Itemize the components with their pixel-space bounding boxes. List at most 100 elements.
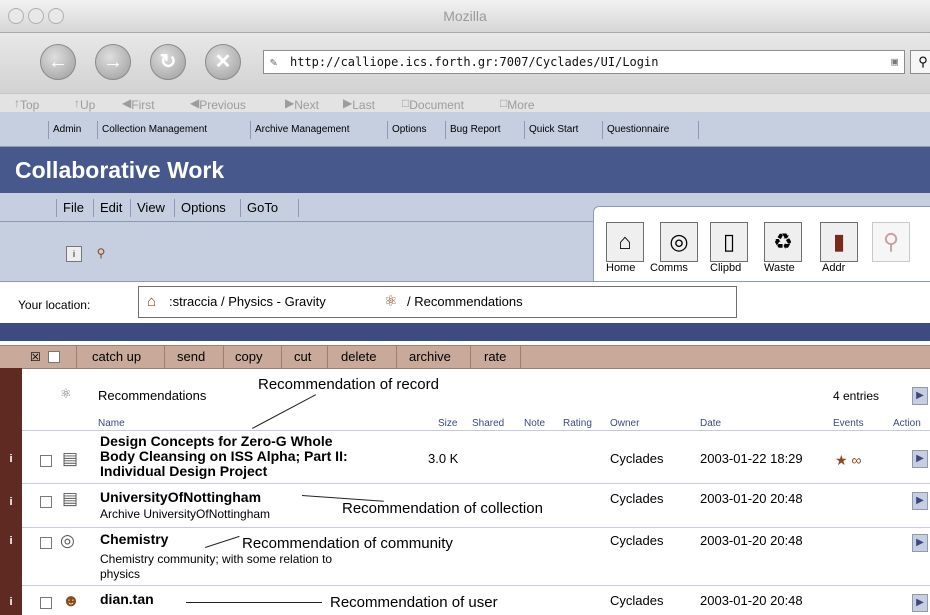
row-checkbox[interactable] — [40, 537, 52, 549]
column-rating[interactable]: Rating — [563, 418, 592, 429]
nav-top[interactable]: ↑ Top — [14, 96, 39, 112]
forward-button[interactable]: → — [95, 44, 131, 80]
delete-button[interactable]: delete — [341, 349, 376, 365]
annotation-community: Recommendation of community — [242, 535, 453, 552]
row-info-icon[interactable]: i — [4, 453, 18, 465]
menu-edit[interactable]: Edit — [93, 199, 122, 217]
select-all-checkbox[interactable] — [48, 351, 60, 363]
menu-bug-report[interactable]: Bug Report — [445, 121, 505, 139]
next-page-button[interactable]: ▶ — [912, 387, 928, 405]
collection-owner: Cyclades — [610, 491, 664, 506]
catch-up-button[interactable]: catch up — [92, 349, 141, 365]
search-icon[interactable]: ⚲ — [910, 50, 930, 74]
row-info-icon[interactable]: i — [4, 535, 18, 547]
column-date[interactable]: Date — [700, 418, 721, 429]
location-label: Your location: — [18, 298, 91, 312]
send-button[interactable]: send — [177, 349, 205, 365]
collection-icon: ▤ — [62, 489, 79, 508]
row-action-button[interactable]: ▶ — [912, 594, 928, 612]
row-action-button[interactable]: ▶ — [912, 534, 928, 552]
collection-subtitle: Archive UniversityOfNottingham — [100, 507, 271, 521]
row-checkbox[interactable] — [40, 496, 52, 508]
waste-tool-button[interactable]: ♻ — [764, 222, 802, 262]
archive-button[interactable]: archive — [409, 349, 451, 365]
addr-tool-button[interactable]: ▮ — [820, 222, 858, 262]
stop-button[interactable]: ✕ — [205, 44, 241, 80]
column-size[interactable]: Size — [438, 418, 457, 429]
community-title[interactable]: Chemistry — [100, 531, 168, 547]
row-action-button[interactable]: ▶ — [912, 450, 928, 468]
comms-tool-button[interactable]: ◎ — [660, 222, 698, 262]
column-action[interactable]: Action — [893, 418, 921, 429]
record-title-line2[interactable]: Body Cleansing on ISS Alpha; Part II: — [100, 448, 348, 464]
menu-collection-management[interactable]: Collection Management — [97, 121, 211, 139]
clipboard-icon: ▯ — [722, 229, 736, 254]
column-note[interactable]: Note — [524, 418, 545, 429]
back-button[interactable]: ← — [40, 44, 76, 80]
menu-view[interactable]: View — [130, 199, 165, 217]
rate-button[interactable]: rate — [484, 349, 506, 365]
entry-count: 4 entries — [833, 389, 880, 403]
cut-button[interactable]: cut — [294, 349, 311, 365]
row-info-icon[interactable]: i — [4, 496, 18, 508]
nav-last[interactable]: ▶ Last — [343, 96, 375, 112]
menu-quick-start[interactable]: Quick Start — [524, 121, 582, 139]
forward-arrow-icon: → — [103, 51, 123, 73]
nav-more[interactable]: □ More — [500, 96, 535, 112]
column-owner[interactable]: Owner — [610, 418, 639, 429]
clipboard-tool-button[interactable]: ▯ — [710, 222, 748, 262]
home-tool-button[interactable]: ⌂ — [606, 222, 644, 262]
nav-document[interactable]: □ Document — [402, 96, 464, 112]
url-text: http://calliope.ics.forth.gr:7007/Cyclad… — [290, 55, 659, 69]
nav-next[interactable]: ▶ Next — [285, 96, 319, 112]
annotation-collection: Recommendation of collection — [342, 500, 543, 517]
nav-previous[interactable]: ◀ Previous — [190, 96, 246, 112]
copy-button[interactable]: copy — [235, 349, 262, 365]
menu-goto[interactable]: GoTo — [240, 199, 278, 217]
menu-admin[interactable]: Admin — [48, 121, 85, 139]
find-tool-button[interactable]: ⚲ — [872, 222, 910, 262]
record-title-line3[interactable]: Individual Design Project — [100, 463, 267, 479]
select-all-icon[interactable]: ☒ — [30, 350, 41, 364]
menu-archive-management[interactable]: Archive Management — [250, 121, 354, 139]
nav-first[interactable]: ◀ First — [122, 96, 155, 112]
folder-name: Recommendations — [98, 388, 207, 403]
window-title: Mozilla — [443, 8, 487, 24]
page-title: Collaborative Work — [15, 157, 225, 183]
page-header: Collaborative Work — [0, 147, 930, 193]
column-name[interactable]: Name — [98, 418, 125, 429]
event-icon: ★ ∞ — [835, 452, 862, 468]
column-shared[interactable]: Shared — [472, 418, 504, 429]
menu-options[interactable]: Options — [387, 121, 430, 139]
row-action-button[interactable]: ▶ — [912, 492, 928, 510]
row-checkbox[interactable] — [40, 597, 52, 609]
menu-questionnaire[interactable]: Questionnaire — [602, 121, 673, 139]
record-title-line1[interactable]: Design Concepts for Zero-G Whole — [100, 433, 333, 449]
record-icon: ▤ — [62, 449, 79, 468]
user-icon: ☻ — [62, 591, 80, 610]
info-icon[interactable]: i — [66, 246, 82, 262]
collection-title[interactable]: UniversityOfNottingham — [100, 489, 261, 505]
user-title[interactable]: dian.tan — [100, 591, 154, 607]
row-checkbox[interactable] — [40, 455, 52, 467]
search-key-icon[interactable]: ⚲ — [94, 246, 108, 260]
nav-up[interactable]: ↑ Up — [74, 96, 95, 112]
community-owner: Cyclades — [610, 533, 664, 548]
url-bar[interactable]: ✎ http://calliope.ics.forth.gr:7007/Cycl… — [263, 50, 905, 74]
breadcrumb-path[interactable]: :straccia / Physics - Gravity — [169, 287, 326, 317]
page-icon: ✎ — [270, 55, 278, 69]
menu-file[interactable]: File — [56, 199, 84, 217]
record-size: 3.0 K — [428, 451, 459, 466]
menu-options-2[interactable]: Options — [174, 199, 226, 217]
row-info-icon[interactable]: i — [4, 596, 18, 608]
comms-label: Comms — [650, 262, 688, 274]
record-owner: Cyclades — [610, 451, 664, 466]
address-book-icon: ▮ — [832, 229, 846, 254]
column-events[interactable]: Events — [833, 418, 864, 429]
stop-icon: ✕ — [214, 51, 232, 73]
globe-icon: ◎ — [669, 229, 689, 254]
reload-button[interactable]: ↻ — [150, 44, 186, 80]
waste-label: Waste — [764, 262, 795, 274]
bookmark-icon[interactable]: ▣ — [891, 51, 898, 73]
home-small-icon[interactable]: ⌂ — [147, 287, 156, 317]
